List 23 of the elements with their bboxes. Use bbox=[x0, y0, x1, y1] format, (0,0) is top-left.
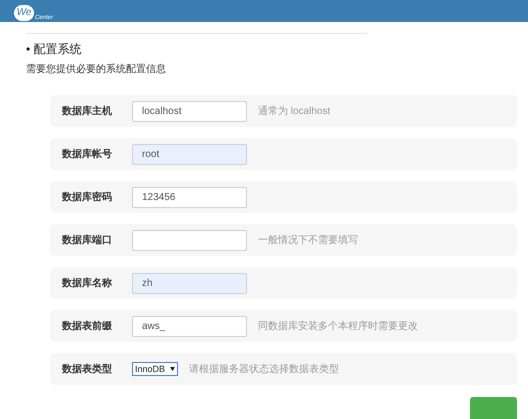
section-title: • 配置系统 bbox=[26, 41, 83, 58]
hint-text: 一般情况下不需要填写 bbox=[258, 234, 358, 248]
field-label: 数据库名称 bbox=[62, 276, 113, 290]
text-field[interactable] bbox=[132, 230, 247, 250]
text-field[interactable]: root bbox=[132, 144, 247, 164]
field-label: 数据库帐号 bbox=[62, 147, 113, 162]
logo-bubble: We bbox=[14, 5, 34, 21]
select-dropdown[interactable]: InnoDB bbox=[132, 362, 178, 376]
next-step-button[interactable] bbox=[470, 397, 517, 419]
caret-icon bbox=[170, 367, 175, 371]
field-label: 数据库主机 bbox=[62, 104, 113, 118]
section-subtitle: 需要您提供必要的系统配置信息 bbox=[26, 62, 167, 77]
hint-text: 请根据服务器状态选择数据表类型 bbox=[189, 362, 339, 376]
text-field[interactable]: aws_ bbox=[132, 316, 247, 336]
text-field[interactable]: zh bbox=[132, 272, 247, 294]
hint-text: 通常为 localhost bbox=[258, 104, 330, 118]
hint-text: 同数据库安装多个本程序时需要更改 bbox=[258, 320, 418, 334]
field-label: 数据表类型 bbox=[62, 362, 113, 376]
text-field[interactable]: localhost bbox=[132, 100, 247, 122]
field-label: 数据库密码 bbox=[62, 190, 113, 204]
field-label: 数据表前缀 bbox=[62, 320, 113, 334]
text-field[interactable]: 123456 bbox=[132, 186, 247, 208]
field-label: 数据库端口 bbox=[62, 233, 113, 248]
